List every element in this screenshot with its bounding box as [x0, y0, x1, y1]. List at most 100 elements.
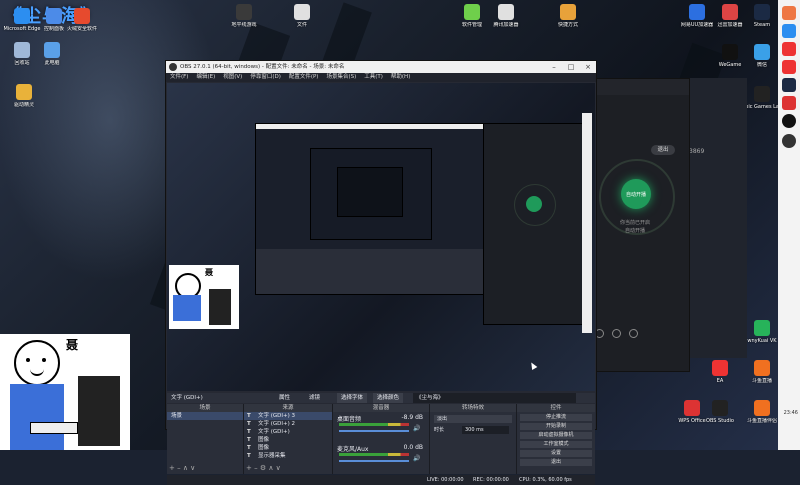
app-icon [754, 4, 770, 20]
transition-select[interactable]: 淡出 [434, 415, 512, 423]
controls-dock: 控件 停止推流 开始录制 启动虚拟摄像机 工作室模式 设置 退出 [517, 404, 595, 474]
properties-button[interactable]: 属性 [279, 393, 290, 403]
menu-item[interactable]: 场景集合(S) [326, 74, 356, 80]
desktop-icon-label: 软件管理 [461, 22, 482, 28]
app-icon [16, 84, 32, 100]
source-label: 文字 (GDI+) 3 [258, 413, 296, 419]
volume-slider[interactable] [339, 460, 409, 462]
close-icon[interactable]: × [580, 61, 596, 73]
desktop-icon[interactable]: 斗鱼直播伴侣 [742, 400, 782, 424]
menu-item[interactable]: 视图(V) [223, 74, 242, 80]
volume-slider[interactable] [339, 430, 409, 432]
taskbar-app-icon[interactable] [782, 96, 796, 110]
text-source-icon: T [247, 445, 251, 451]
desktop-icon[interactable]: EA [700, 360, 740, 384]
auto-live-label: 自动开播 [625, 192, 646, 198]
source-item[interactable]: T 显示器采集 [244, 452, 332, 460]
obs-preview[interactable]: 聂 [167, 83, 595, 391]
desktop-icon[interactable]: 腾讯加速器 [486, 4, 526, 28]
live-timer: LIVE: 00:00:00 [427, 477, 464, 483]
app-icon [754, 400, 770, 416]
app-icon [754, 360, 770, 376]
meme-keyboard [30, 422, 78, 434]
text-input[interactable]: 《尘与海》 [413, 393, 576, 403]
desktop-icon[interactable]: 此电脑 [32, 42, 72, 66]
desktop-icon-label: 驱动精灵 [13, 102, 34, 108]
menu-item[interactable]: 工具(T) [364, 74, 383, 80]
desktop-icon-label: EA [716, 378, 724, 384]
exit-button[interactable]: 退出 [651, 145, 675, 155]
app-icon [44, 42, 60, 58]
filters-button[interactable]: 滤镜 [309, 393, 320, 403]
app-icon [294, 4, 310, 20]
app-icon [689, 4, 705, 20]
speaker-icon[interactable]: 🔊 [413, 425, 420, 432]
desktop-icon-label: Steam [753, 22, 771, 28]
meme-monitor [78, 376, 120, 446]
desktop-icon-label: 火绒安全软件 [66, 26, 97, 32]
scenes-controls[interactable]: + – ∧ ∨ [169, 464, 195, 472]
menu-item[interactable]: 配置文件(P) [289, 74, 319, 80]
desktop-icon-label: wnyKuai VK [747, 338, 777, 344]
obs-source-toolbar: 文字 (GDI+) 属性 滤镜 选择字体 选择颜色 《尘与海》 [167, 393, 595, 403]
desktop-icon[interactable]: 火绒安全软件 [62, 8, 102, 32]
menu-item[interactable]: 帮助(H) [391, 74, 410, 80]
duration-input[interactable]: 300 ms [462, 426, 509, 434]
control-button[interactable]: 启动虚拟摄像机 [520, 432, 592, 439]
nested-preview-3 [337, 167, 403, 217]
desktop-icon[interactable]: 快捷方式 [548, 4, 588, 28]
maximize-icon[interactable]: □ [563, 61, 579, 73]
app-icon [722, 44, 738, 60]
source-item[interactable]: T 文字 (GDI+) [244, 428, 332, 436]
app-icon [560, 4, 576, 20]
desktop-icon[interactable]: OBS Studio [700, 400, 740, 424]
desktop-icon[interactable]: Steam [742, 4, 782, 28]
taskbar-app-icon[interactable] [782, 42, 796, 56]
desktop-icon[interactable]: 斗鱼直播 [742, 360, 782, 384]
taskbar-obs-icon[interactable] [782, 114, 796, 128]
control-button[interactable]: 开始录制 [520, 423, 592, 430]
obs-window-title: OBS 27.0.1 (64-bit, windows) - 配置文件: 未命名… [180, 64, 345, 70]
taskbar-app-icon[interactable] [782, 60, 796, 74]
sources-controls[interactable]: + – ⚙ ∧ ∨ [246, 464, 281, 472]
source-item[interactable]: T 图像 [244, 444, 332, 452]
desktop-icon[interactable]: Epic Games Launcher [742, 86, 782, 110]
volume-meter [339, 453, 409, 456]
taskbar-clock: 23:46 [783, 410, 798, 416]
settings-icon[interactable] [612, 329, 621, 338]
taskbar-edge-icon[interactable] [782, 24, 796, 38]
source-label: 显示器采集 [258, 453, 286, 459]
desktop-icon[interactable]: 软件管理 [452, 4, 492, 28]
menu-item[interactable]: 编辑(E) [196, 74, 215, 80]
menu-item[interactable]: 停靠窗口(D) [250, 74, 281, 80]
meme-body [173, 295, 201, 321]
select-font-button[interactable]: 选择字体 [337, 393, 368, 403]
text-source-icon: T [247, 437, 251, 443]
menu-item[interactable]: 文件(F) [170, 74, 188, 80]
scene-item[interactable]: 场景 [167, 412, 243, 420]
minimize-icon[interactable]: – [546, 61, 562, 73]
control-button[interactable]: 工作室模式 [520, 441, 592, 448]
speaker-icon[interactable]: 🔊 [413, 455, 420, 462]
live-assistant-footer-icons [595, 329, 675, 339]
source-item[interactable]: T 文字 (GDI+) 2 [244, 420, 332, 428]
desktop-icon[interactable]: 文件 [282, 4, 322, 28]
mixer-dock-title: 混音器 [333, 404, 429, 412]
control-button[interactable]: 退出 [520, 459, 592, 466]
desktop-icon[interactable]: wnyKuai VK [742, 320, 782, 344]
source-item[interactable]: T 图像 [244, 436, 332, 444]
info-icon[interactable] [629, 329, 638, 338]
taskbar-steam-icon[interactable] [782, 78, 796, 92]
control-button[interactable]: 停止推流 [520, 414, 592, 421]
source-item[interactable]: T 文字 (GDI+) 3 [244, 412, 332, 420]
desktop-icon[interactable]: 微信 [742, 44, 782, 68]
select-color-button[interactable]: 选择颜色 [373, 393, 404, 403]
desktop-icon[interactable]: 驱动精灵 [4, 84, 44, 108]
meme-monitor [209, 289, 231, 325]
control-button[interactable]: 设置 [520, 450, 592, 457]
taskbar-obs-icon[interactable] [782, 134, 796, 148]
background-window: 3869 [685, 78, 747, 358]
taskbar-app-icon[interactable] [782, 6, 796, 20]
app-icon [712, 360, 728, 376]
desktop-icon[interactable]: 地平线游戏 [224, 4, 264, 28]
